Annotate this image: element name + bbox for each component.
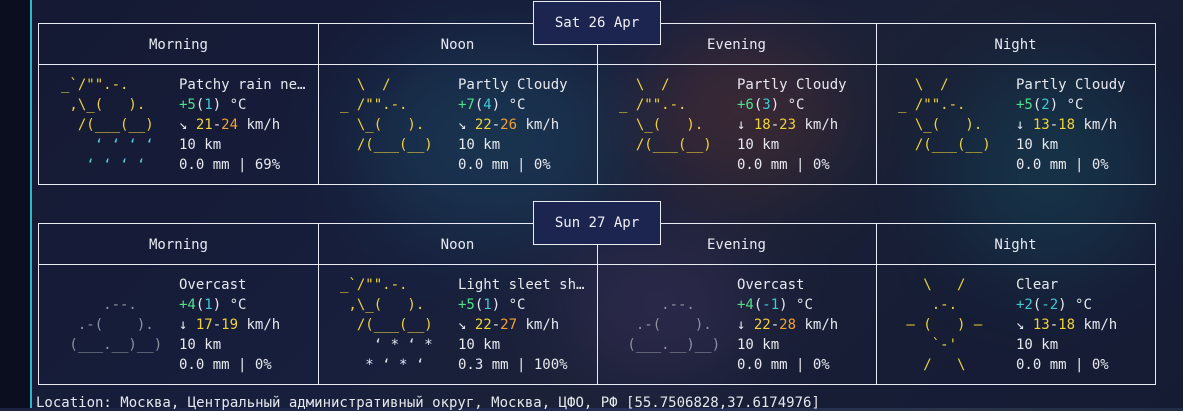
accent-border-line xyxy=(30,0,32,408)
weather-description: Overcast xyxy=(737,277,805,293)
date-label: Sat 26 Apr xyxy=(533,1,661,45)
forecast-details: Partly Cloudy +6(3) °C ↓ 18-23 km/h 10 k… xyxy=(737,77,847,173)
period-morning: Morning xyxy=(148,237,208,253)
terminal-left-edge xyxy=(0,0,30,408)
forecast-cell: \ / _ /"".-. \_( ). /(___(__) Partly Clo… xyxy=(318,64,597,184)
weather-description: Partly Cloudy xyxy=(737,77,847,93)
forecast-cell: \ / _ /"".-. \_( ). /(___(__) Partly Clo… xyxy=(876,64,1155,184)
weather-icon-overcast: .--. .-( ). (___.__)__) xyxy=(61,297,163,353)
forecast-details: Patchy rain ne… +5(1) °C ↘ 21-24 km/h 10… xyxy=(179,77,306,173)
forecast-details: Overcast +4(1) °C ↓ 17-19 km/h 10 km 0.0… xyxy=(179,277,281,373)
forecast-details: Partly Cloudy +5(2) °C ↓ 13-18 km/h 10 k… xyxy=(1016,77,1126,173)
forecast-details: Overcast +4(-1) °C ↓ 22-28 km/h 10 km 0.… xyxy=(737,277,839,373)
forecast-details: Partly Cloudy +7(4) °C ↘ 22-26 km/h 10 k… xyxy=(458,77,568,173)
weather-description: Partly Cloudy xyxy=(458,77,568,93)
forecast-grid: Morning Noon Evening Night .--. .-( ). (… xyxy=(38,223,1156,385)
forecast-cell: \ / _ /"".-. \_( ). /(___(__) Partly Clo… xyxy=(597,64,876,184)
forecast-cell: _`/"".-. ,\_( ). /(___(__) ʻ ʻ ʻ ʻ ʻ ʻ ʻ… xyxy=(39,64,318,184)
weather-description: Partly Cloudy xyxy=(1016,77,1126,93)
weather-icon-clear: \ / .-. ― ( ) ― `-' / \ xyxy=(898,277,983,373)
weather-description: Clear xyxy=(1016,277,1059,293)
weather-icon-partly-cloudy: \ / _ /"".-. \_( ). /(___(__) xyxy=(898,77,991,153)
forecast-details: Clear +2(-2) °C ↘ 13-18 km/h 10 km 0.0 m… xyxy=(1016,277,1118,373)
date-label: Sun 27 Apr xyxy=(533,201,661,245)
forecast-cell: .--. .-( ). (___.__)__) Overcast +4(1) °… xyxy=(39,264,318,384)
forecast-details: Light sleet sh… +5(1) °C ↘ 22-27 km/h 10… xyxy=(458,277,585,373)
weather-icon-light-sleet: _`/"".-. ,\_( ). /(___(__) ʻ * ʻ * * ʻ *… xyxy=(340,277,433,373)
weather-icon-partly-cloudy: \ / _ /"".-. \_( ). /(___(__) xyxy=(619,77,712,153)
forecast-cell: _`/"".-. ,\_( ). /(___(__) ʻ * ʻ * * ʻ *… xyxy=(318,264,597,384)
forecast-cell: .--. .-( ). (___.__)__) Overcast +4(-1) … xyxy=(597,264,876,384)
period-morning: Morning xyxy=(148,37,208,53)
location-line: Location: Москва, Центральный администра… xyxy=(36,395,820,411)
forecast-grid: Morning Noon Evening Night _`/"".-. ,\_(… xyxy=(38,23,1156,185)
forecast-cell: \ / .-. ― ( ) ― `-' / \ Clear +2(-2) °C … xyxy=(876,264,1155,384)
terminal-window: Morning Noon Evening Night _`/"".-. ,\_(… xyxy=(0,0,1183,411)
weather-icon-partly-cloudy: \ / _ /"".-. \_( ). /(___(__) xyxy=(340,77,433,153)
weather-icon-patchy-rain: _`/"".-. ,\_( ). /(___(__) ʻ ʻ ʻ ʻ ʻ ʻ ʻ… xyxy=(61,77,154,173)
weather-description: Patchy rain ne… xyxy=(179,77,306,93)
weather-icon-overcast: .--. .-( ). (___.__)__) xyxy=(619,297,721,353)
period-night: Night xyxy=(994,237,1037,253)
weather-description: Light sleet sh… xyxy=(458,277,585,293)
weather-description: Overcast xyxy=(179,277,247,293)
period-night: Night xyxy=(994,37,1037,53)
